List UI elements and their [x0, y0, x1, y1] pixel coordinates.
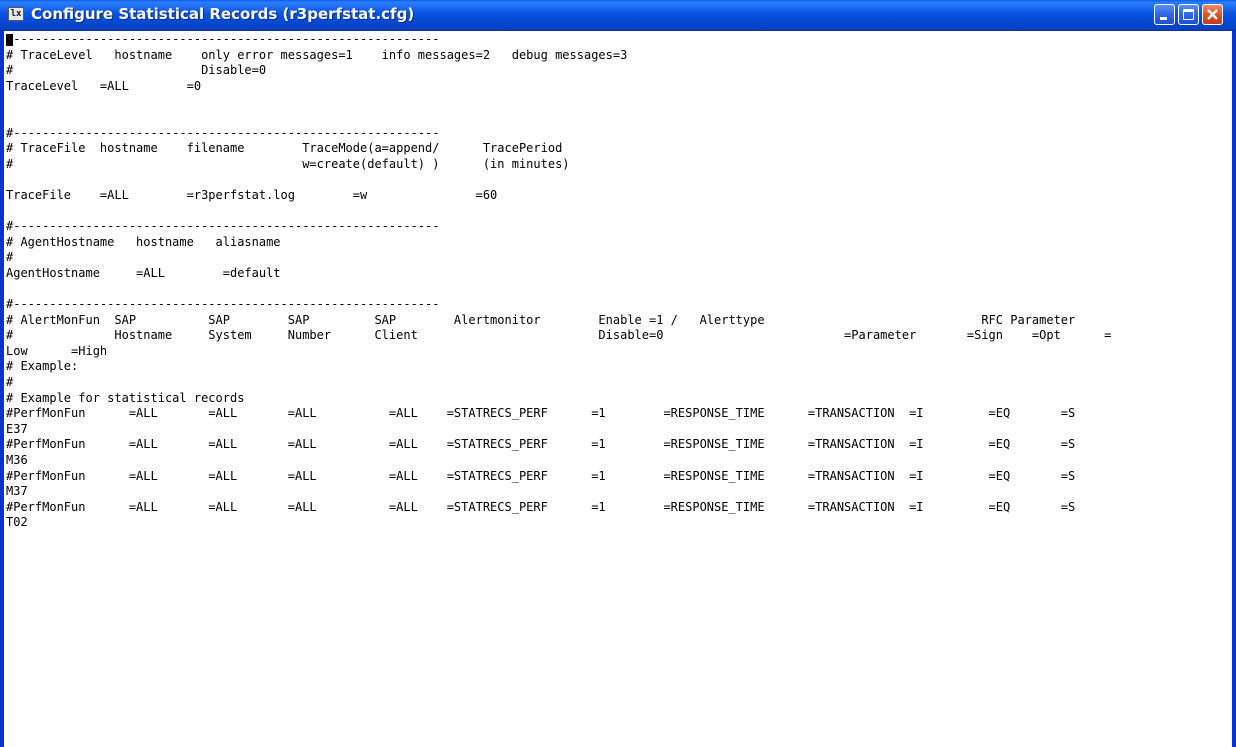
editor-line[interactable]: M36 — [6, 453, 1232, 469]
editor-line[interactable]: #---------------------------------------… — [6, 219, 1232, 235]
editor-line[interactable]: # Example: — [6, 359, 1232, 375]
editor-line[interactable]: # — [6, 250, 1232, 266]
editor-line[interactable]: # — [6, 375, 1232, 391]
editor-line[interactable]: #PerfMonFun =ALL =ALL =ALL =ALL =STATREC… — [6, 437, 1232, 453]
editor-line[interactable]: # w=create(default) ) (in minutes) — [6, 157, 1232, 173]
editor-line[interactable] — [6, 204, 1232, 220]
close-icon — [1207, 9, 1218, 20]
editor-line[interactable] — [6, 110, 1232, 126]
editor-line[interactable]: # TraceFile hostname filename TraceMode(… — [6, 141, 1232, 157]
editor-line[interactable] — [6, 282, 1232, 298]
editor-line[interactable]: #PerfMonFun =ALL =ALL =ALL =ALL =STATREC… — [6, 500, 1232, 516]
editor-line[interactable]: #---------------------------------------… — [6, 297, 1232, 313]
editor-line[interactable]: #PerfMonFun =ALL =ALL =ALL =ALL =STATREC… — [6, 469, 1232, 485]
editor-client-area: #---------------------------------------… — [4, 31, 1232, 747]
editor-line[interactable]: # AlertMonFun SAP SAP SAP SAP Alertmonit… — [6, 313, 1232, 329]
close-button[interactable] — [1202, 4, 1223, 25]
editor-line[interactable]: # TraceLevel hostname only error message… — [6, 48, 1232, 64]
editor-line[interactable]: # Disable=0 — [6, 63, 1232, 79]
maximize-button[interactable] — [1178, 4, 1199, 25]
editor-line[interactable]: # Example for statistical records — [6, 391, 1232, 407]
editor-line[interactable]: AgentHostname =ALL =default — [6, 266, 1232, 282]
editor-line[interactable]: #---------------------------------------… — [6, 126, 1232, 142]
application-window-icon[interactable]: lx — [8, 7, 24, 21]
minimize-icon — [1160, 17, 1167, 20]
editor-line[interactable] — [6, 94, 1232, 110]
editor-line[interactable]: TraceLevel =ALL =0 — [6, 79, 1232, 95]
config-window: lx Configure Statistical Records (r3perf… — [0, 0, 1236, 747]
editor-line[interactable] — [6, 172, 1232, 188]
editor-line[interactable]: Low =High — [6, 344, 1232, 360]
config-text-editor[interactable]: #---------------------------------------… — [6, 32, 1232, 747]
window-title: Configure Statistical Records (r3perfsta… — [31, 5, 415, 23]
editor-line[interactable]: E37 — [6, 422, 1232, 438]
editor-line[interactable]: T02 — [6, 515, 1232, 531]
minimize-button[interactable] — [1154, 4, 1175, 25]
editor-line[interactable]: # AgentHostname hostname aliasname — [6, 235, 1232, 251]
editor-line[interactable]: #---------------------------------------… — [6, 32, 1232, 48]
text-cursor — [6, 34, 13, 46]
window-titlebar[interactable]: lx Configure Statistical Records (r3perf… — [0, 0, 1236, 31]
editor-line[interactable]: #PerfMonFun =ALL =ALL =ALL =ALL =STATREC… — [6, 406, 1232, 422]
maximize-icon — [1183, 9, 1194, 20]
editor-line[interactable]: TraceFile =ALL =r3perfstat.log =w =60 — [6, 188, 1232, 204]
editor-line[interactable]: M37 — [6, 484, 1232, 500]
editor-line[interactable]: # Hostname System Number Client Disable=… — [6, 328, 1232, 344]
